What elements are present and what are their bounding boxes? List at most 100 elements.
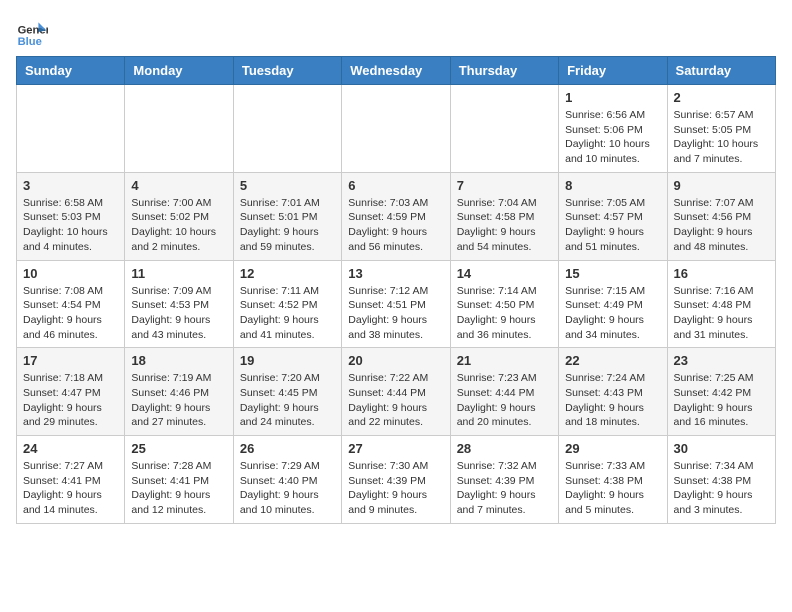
day-number: 30 — [674, 441, 769, 456]
calendar-cell: 24 Sunrise: 7:27 AM Sunset: 4:41 PM Dayli… — [17, 436, 125, 524]
calendar-cell: 9 Sunrise: 7:07 AM Sunset: 4:56 PM Daylig… — [667, 172, 775, 260]
day-number: 24 — [23, 441, 118, 456]
calendar-cell: 27 Sunrise: 7:30 AM Sunset: 4:39 PM Dayli… — [342, 436, 450, 524]
calendar-cell: 23 Sunrise: 7:25 AM Sunset: 4:42 PM Dayli… — [667, 348, 775, 436]
day-info: Sunrise: 7:14 AM Sunset: 4:50 PM Dayligh… — [457, 284, 552, 343]
day-info: Sunrise: 7:33 AM Sunset: 4:38 PM Dayligh… — [565, 459, 660, 518]
calendar-cell: 30 Sunrise: 7:34 AM Sunset: 4:38 PM Dayli… — [667, 436, 775, 524]
logo: General Blue — [16, 16, 48, 48]
calendar-week-row: 17 Sunrise: 7:18 AM Sunset: 4:47 PM Dayli… — [17, 348, 776, 436]
day-number: 2 — [674, 90, 769, 105]
calendar-cell: 28Sunrise: 7:32 AM Sunset: 4:39 PM Dayli… — [450, 436, 558, 524]
day-number: 9 — [674, 178, 769, 193]
day-info: Sunrise: 6:57 AM Sunset: 5:05 PM Dayligh… — [674, 108, 769, 167]
day-info: Sunrise: 7:15 AM Sunset: 4:49 PM Dayligh… — [565, 284, 660, 343]
calendar-cell: 12Sunrise: 7:11 AM Sunset: 4:52 PM Dayli… — [233, 260, 341, 348]
calendar-cell — [233, 85, 341, 173]
day-info: Sunrise: 7:16 AM Sunset: 4:48 PM Dayligh… — [674, 284, 769, 343]
day-number: 18 — [131, 353, 226, 368]
day-info: Sunrise: 7:27 AM Sunset: 4:41 PM Dayligh… — [23, 459, 118, 518]
calendar-header-saturday: Saturday — [667, 57, 775, 85]
svg-text:Blue: Blue — [18, 36, 42, 48]
calendar-header-thursday: Thursday — [450, 57, 558, 85]
day-number: 13 — [348, 266, 443, 281]
day-number: 19 — [240, 353, 335, 368]
calendar-header-tuesday: Tuesday — [233, 57, 341, 85]
calendar-cell: 8Sunrise: 7:05 AM Sunset: 4:57 PM Daylig… — [559, 172, 667, 260]
day-number: 26 — [240, 441, 335, 456]
day-number: 1 — [565, 90, 660, 105]
day-info: Sunrise: 7:03 AM Sunset: 4:59 PM Dayligh… — [348, 196, 443, 255]
day-info: Sunrise: 7:18 AM Sunset: 4:47 PM Dayligh… — [23, 371, 118, 430]
calendar-cell — [125, 85, 233, 173]
calendar-cell: 11Sunrise: 7:09 AM Sunset: 4:53 PM Dayli… — [125, 260, 233, 348]
day-number: 25 — [131, 441, 226, 456]
day-number: 22 — [565, 353, 660, 368]
day-info: Sunrise: 7:12 AM Sunset: 4:51 PM Dayligh… — [348, 284, 443, 343]
day-info: Sunrise: 7:19 AM Sunset: 4:46 PM Dayligh… — [131, 371, 226, 430]
calendar-cell: 18 Sunrise: 7:19 AM Sunset: 4:46 PM Dayli… — [125, 348, 233, 436]
day-info: Sunrise: 7:24 AM Sunset: 4:43 PM Dayligh… — [565, 371, 660, 430]
calendar-week-row: 1 Sunrise: 6:56 AM Sunset: 5:06 PM Daylig… — [17, 85, 776, 173]
day-number: 12 — [240, 266, 335, 281]
calendar-cell — [342, 85, 450, 173]
day-number: 6 — [348, 178, 443, 193]
day-number: 29 — [565, 441, 660, 456]
day-info: Sunrise: 7:22 AM Sunset: 4:44 PM Dayligh… — [348, 371, 443, 430]
day-number: 16 — [674, 266, 769, 281]
day-number: 14 — [457, 266, 552, 281]
day-info: Sunrise: 7:07 AM Sunset: 4:56 PM Dayligh… — [674, 196, 769, 255]
day-info: Sunrise: 7:01 AM Sunset: 5:01 PM Dayligh… — [240, 196, 335, 255]
calendar-cell: 7 Sunrise: 7:04 AM Sunset: 4:58 PM Daylig… — [450, 172, 558, 260]
calendar-body: 1 Sunrise: 6:56 AM Sunset: 5:06 PM Daylig… — [17, 85, 776, 524]
calendar-week-row: 10 Sunrise: 7:08 AM Sunset: 4:54 PM Dayli… — [17, 260, 776, 348]
calendar-header-wednesday: Wednesday — [342, 57, 450, 85]
day-info: Sunrise: 7:04 AM Sunset: 4:58 PM Dayligh… — [457, 196, 552, 255]
calendar-cell: 19 Sunrise: 7:20 AM Sunset: 4:45 PM Dayli… — [233, 348, 341, 436]
day-info: Sunrise: 7:30 AM Sunset: 4:39 PM Dayligh… — [348, 459, 443, 518]
calendar-cell: 15 Sunrise: 7:15 AM Sunset: 4:49 PM Dayli… — [559, 260, 667, 348]
day-number: 23 — [674, 353, 769, 368]
day-number: 28 — [457, 441, 552, 456]
calendar-header-row: SundayMondayTuesdayWednesdayThursdayFrid… — [17, 57, 776, 85]
calendar-table: SundayMondayTuesdayWednesdayThursdayFrid… — [16, 56, 776, 524]
day-number: 27 — [348, 441, 443, 456]
day-info: Sunrise: 7:28 AM Sunset: 4:41 PM Dayligh… — [131, 459, 226, 518]
day-info: Sunrise: 7:25 AM Sunset: 4:42 PM Dayligh… — [674, 371, 769, 430]
day-number: 21 — [457, 353, 552, 368]
calendar-cell: 3 Sunrise: 6:58 AM Sunset: 5:03 PM Daylig… — [17, 172, 125, 260]
day-number: 20 — [348, 353, 443, 368]
calendar-cell: 10 Sunrise: 7:08 AM Sunset: 4:54 PM Dayli… — [17, 260, 125, 348]
day-info: Sunrise: 7:09 AM Sunset: 4:53 PM Dayligh… — [131, 284, 226, 343]
day-number: 15 — [565, 266, 660, 281]
day-number: 5 — [240, 178, 335, 193]
day-info: Sunrise: 6:56 AM Sunset: 5:06 PM Dayligh… — [565, 108, 660, 167]
header: General Blue — [16, 16, 776, 48]
day-number: 17 — [23, 353, 118, 368]
calendar-cell: 6 Sunrise: 7:03 AM Sunset: 4:59 PM Daylig… — [342, 172, 450, 260]
calendar-cell: 4Sunrise: 7:00 AM Sunset: 5:02 PM Daylig… — [125, 172, 233, 260]
calendar-cell: 26Sunrise: 7:29 AM Sunset: 4:40 PM Dayli… — [233, 436, 341, 524]
day-number: 3 — [23, 178, 118, 193]
calendar-cell: 1 Sunrise: 6:56 AM Sunset: 5:06 PM Daylig… — [559, 85, 667, 173]
calendar-week-row: 24 Sunrise: 7:27 AM Sunset: 4:41 PM Dayli… — [17, 436, 776, 524]
calendar-cell: 29 Sunrise: 7:33 AM Sunset: 4:38 PM Dayli… — [559, 436, 667, 524]
calendar-cell: 5 Sunrise: 7:01 AM Sunset: 5:01 PM Daylig… — [233, 172, 341, 260]
calendar-header-friday: Friday — [559, 57, 667, 85]
calendar-cell — [450, 85, 558, 173]
calendar-cell: 13 Sunrise: 7:12 AM Sunset: 4:51 PM Dayli… — [342, 260, 450, 348]
day-info: Sunrise: 7:08 AM Sunset: 4:54 PM Dayligh… — [23, 284, 118, 343]
calendar-cell: 22 Sunrise: 7:24 AM Sunset: 4:43 PM Dayli… — [559, 348, 667, 436]
calendar-header-sunday: Sunday — [17, 57, 125, 85]
day-number: 7 — [457, 178, 552, 193]
day-info: Sunrise: 6:58 AM Sunset: 5:03 PM Dayligh… — [23, 196, 118, 255]
day-info: Sunrise: 7:34 AM Sunset: 4:38 PM Dayligh… — [674, 459, 769, 518]
day-info: Sunrise: 7:20 AM Sunset: 4:45 PM Dayligh… — [240, 371, 335, 430]
day-info: Sunrise: 7:00 AM Sunset: 5:02 PM Dayligh… — [131, 196, 226, 255]
calendar-header-monday: Monday — [125, 57, 233, 85]
calendar-cell: 16 Sunrise: 7:16 AM Sunset: 4:48 PM Dayli… — [667, 260, 775, 348]
day-number: 10 — [23, 266, 118, 281]
calendar-cell: 21Sunrise: 7:23 AM Sunset: 4:44 PM Dayli… — [450, 348, 558, 436]
calendar-cell: 14 Sunrise: 7:14 AM Sunset: 4:50 PM Dayli… — [450, 260, 558, 348]
calendar-cell: 2 Sunrise: 6:57 AM Sunset: 5:05 PM Daylig… — [667, 85, 775, 173]
